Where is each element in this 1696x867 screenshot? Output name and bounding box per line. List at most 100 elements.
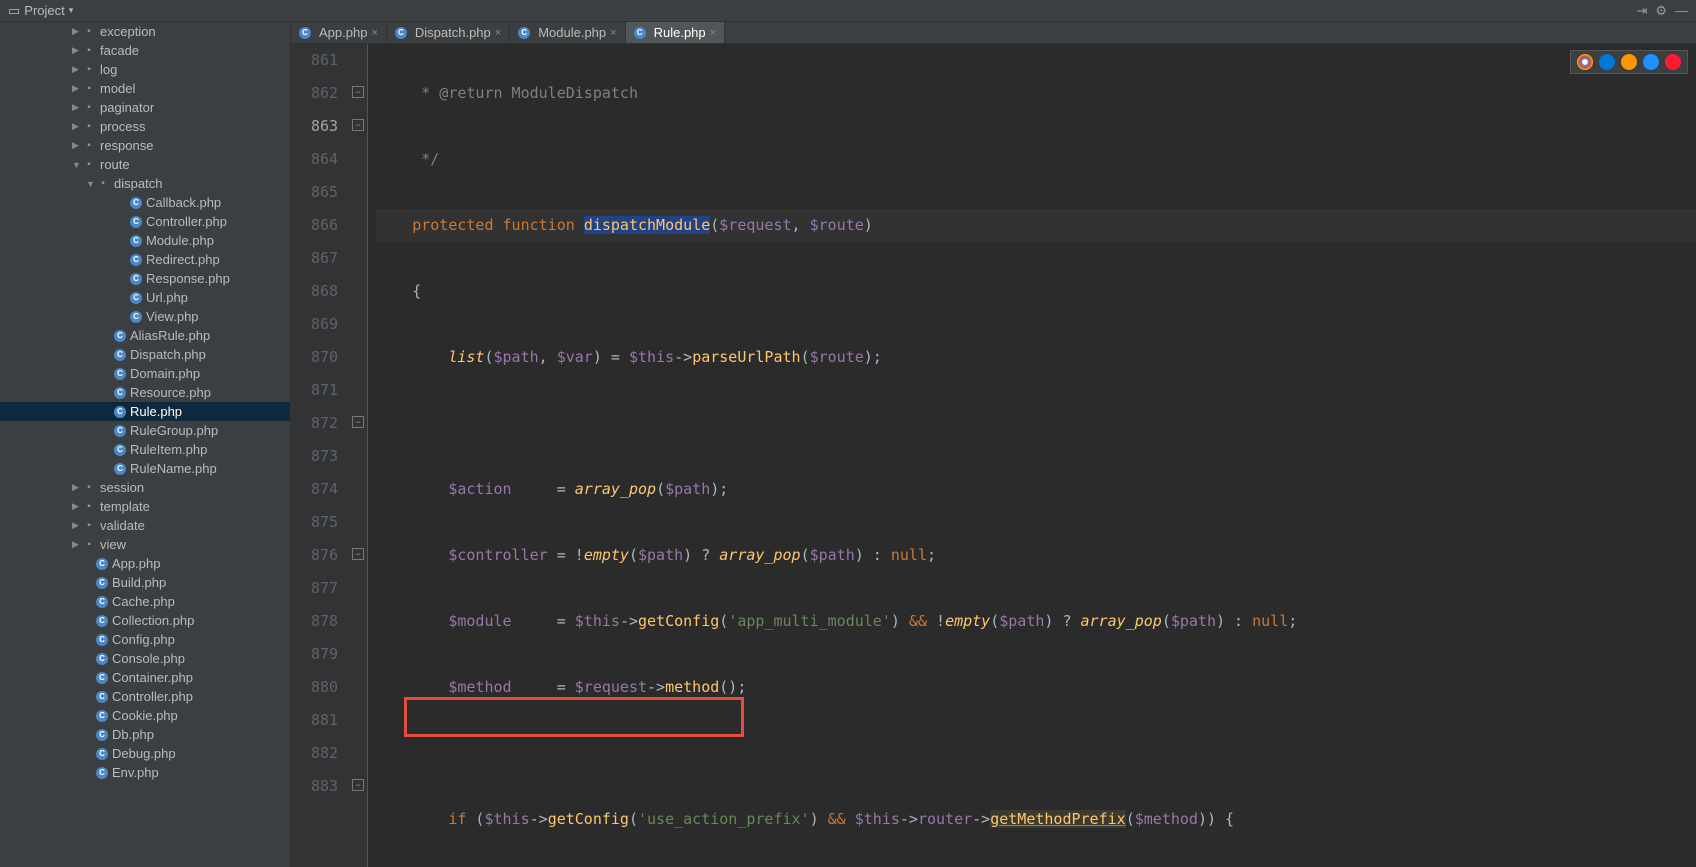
fold-marker[interactable]: − (352, 416, 364, 428)
editor-tab[interactable]: CRule.php× (626, 22, 725, 43)
folder-icon: ▪ (82, 500, 96, 514)
tree-file[interactable]: CView.php (0, 307, 290, 326)
function-name: dispatchModule (584, 216, 710, 234)
fold-marker[interactable]: − (352, 86, 364, 98)
chrome-icon[interactable] (1577, 54, 1593, 70)
tree-file[interactable]: CRuleName.php (0, 459, 290, 478)
tree-file[interactable]: CRule.php (0, 402, 290, 421)
close-icon[interactable]: × (710, 27, 716, 39)
tree-file[interactable]: CDb.php (0, 725, 290, 744)
tree-item-label: paginator (100, 100, 154, 115)
php-file-icon: C (114, 387, 126, 399)
tree-folder[interactable]: ▼▪dispatch (0, 174, 290, 193)
line-number: 880 (311, 671, 338, 704)
edge-icon[interactable] (1599, 54, 1615, 70)
tree-item-label: exception (100, 24, 156, 39)
collapse-icon[interactable]: ⇥ (1636, 3, 1647, 19)
close-icon[interactable]: × (495, 27, 501, 39)
folder-icon: ▪ (82, 25, 96, 39)
tree-file[interactable]: CCollection.php (0, 611, 290, 630)
tree-file[interactable]: CModule.php (0, 231, 290, 250)
tree-file[interactable]: CCallback.php (0, 193, 290, 212)
folder-icon: ▪ (82, 158, 96, 172)
tree-file[interactable]: CRuleGroup.php (0, 421, 290, 440)
tree-arrow-icon: ▼ (72, 160, 82, 170)
fold-marker[interactable]: − (352, 119, 364, 131)
php-file-icon: C (114, 463, 126, 475)
editor-tab[interactable]: CApp.php× (291, 22, 387, 43)
safari-icon[interactable] (1643, 54, 1659, 70)
folder-icon: ▪ (82, 538, 96, 552)
project-icon: ▭ (8, 3, 20, 19)
tree-arrow-icon: ▶ (72, 539, 82, 550)
tree-arrow-icon: ▼ (86, 179, 96, 189)
code-content[interactable]: * @return ModuleDispatch */ protected fu… (368, 44, 1696, 867)
chevron-down-icon: ▾ (69, 5, 74, 16)
opera-icon[interactable] (1665, 54, 1681, 70)
close-icon[interactable]: × (371, 27, 377, 39)
tree-folder[interactable]: ▶▪paginator (0, 98, 290, 117)
tree-file[interactable]: CResponse.php (0, 269, 290, 288)
php-file-icon: C (96, 710, 108, 722)
tree-file[interactable]: CUrl.php (0, 288, 290, 307)
minimize-icon[interactable]: — (1675, 3, 1688, 19)
code-editor[interactable]: 8618628638648658668678688698708718728738… (291, 44, 1696, 867)
php-file-icon: C (130, 273, 142, 285)
line-number: 863 (311, 110, 338, 143)
tree-item-label: log (100, 62, 117, 77)
line-number: 866 (311, 209, 338, 242)
php-file-icon: C (96, 577, 108, 589)
tree-folder[interactable]: ▶▪view (0, 535, 290, 554)
tree-file[interactable]: CDebug.php (0, 744, 290, 763)
php-file-icon: C (130, 311, 142, 323)
tree-folder[interactable]: ▶▪template (0, 497, 290, 516)
tree-file[interactable]: CBuild.php (0, 573, 290, 592)
tree-file[interactable]: CContainer.php (0, 668, 290, 687)
tree-folder[interactable]: ▶▪facade (0, 41, 290, 60)
line-number: 870 (311, 341, 338, 374)
tree-folder[interactable]: ▼▪ route (0, 155, 290, 174)
tree-folder[interactable]: ▶▪response (0, 136, 290, 155)
tree-file[interactable]: CRedirect.php (0, 250, 290, 269)
tree-file[interactable]: CAliasRule.php (0, 326, 290, 345)
tree-folder[interactable]: ▶▪process (0, 117, 290, 136)
editor-tab[interactable]: CDispatch.php× (387, 22, 510, 43)
tree-file[interactable]: CCookie.php (0, 706, 290, 725)
tree-file[interactable]: CEnv.php (0, 763, 290, 782)
tree-item-label: session (100, 480, 144, 495)
fold-marker[interactable]: − (352, 548, 364, 560)
code-keyword: protected (412, 216, 493, 234)
firefox-icon[interactable] (1621, 54, 1637, 70)
gear-icon[interactable]: ⚙ (1655, 3, 1667, 19)
fold-gutter[interactable]: − − − − − (350, 44, 368, 867)
tree-item-label: Collection.php (112, 613, 194, 628)
tree-file[interactable]: CConfig.php (0, 630, 290, 649)
tree-file[interactable]: CConsole.php (0, 649, 290, 668)
folder-icon: ▪ (82, 63, 96, 77)
tree-item-label: Resource.php (130, 385, 211, 400)
project-dropdown[interactable]: ▭ Project ▾ (0, 3, 81, 19)
folder-icon: ▪ (96, 177, 110, 191)
tree-file[interactable]: CDomain.php (0, 364, 290, 383)
tree-item-label: Controller.php (112, 689, 193, 704)
tree-file[interactable]: CApp.php (0, 554, 290, 573)
tree-file[interactable]: CRuleItem.php (0, 440, 290, 459)
tree-file[interactable]: C Resource.php (0, 383, 290, 402)
fold-marker[interactable]: − (352, 779, 364, 791)
editor-tab[interactable]: CModule.php× (510, 22, 625, 43)
tree-item-label: route (100, 157, 130, 172)
tree-folder[interactable]: ▶▪session (0, 478, 290, 497)
tree-folder[interactable]: ▶▪log (0, 60, 290, 79)
close-icon[interactable]: × (610, 27, 616, 39)
tree-file[interactable]: CController.php (0, 687, 290, 706)
tree-file[interactable]: CDispatch.php (0, 345, 290, 364)
folder-icon: ▪ (82, 481, 96, 495)
project-tree[interactable]: ▶▪exception▶▪facade▶▪log▶▪model▶▪paginat… (0, 22, 291, 867)
tree-folder[interactable]: ▶▪model (0, 79, 290, 98)
tree-folder[interactable]: ▶▪exception (0, 22, 290, 41)
browser-preview-icons[interactable] (1570, 50, 1688, 74)
annotation-highlight-box (404, 697, 744, 737)
tree-folder[interactable]: ▶▪validate (0, 516, 290, 535)
tree-file[interactable]: CCache.php (0, 592, 290, 611)
tree-file[interactable]: CController.php (0, 212, 290, 231)
